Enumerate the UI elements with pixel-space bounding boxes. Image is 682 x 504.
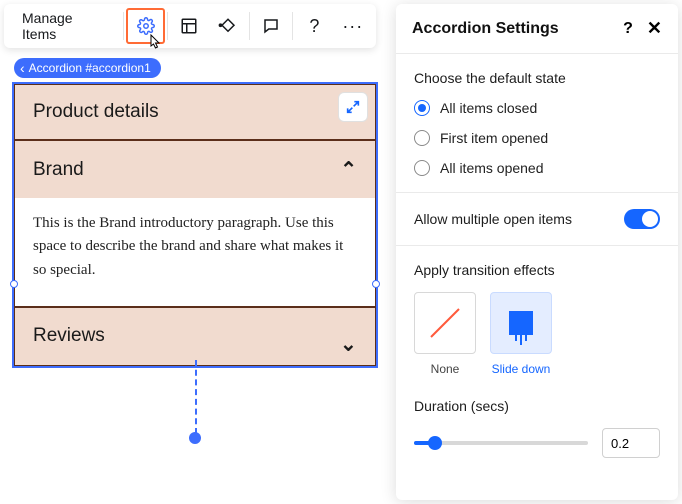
section-label: Choose the default state [414, 70, 660, 86]
radio-label: First item opened [440, 130, 548, 146]
chevron-down-icon: ⌃ [340, 330, 357, 355]
more-button[interactable]: ··· [334, 8, 372, 44]
chevron-up-icon: ⌃ [340, 157, 357, 182]
radio-icon [414, 100, 430, 116]
accordion-component[interactable]: Product details Brand ⌃ This is the Bran… [14, 84, 376, 366]
multi-open-section: Allow multiple open items [396, 193, 678, 246]
add-handle[interactable] [189, 432, 201, 444]
duration-slider[interactable] [414, 441, 588, 445]
accordion-item[interactable]: Reviews ⌃ [14, 307, 376, 366]
accordion-title: Reviews [33, 325, 105, 347]
radio-all-closed[interactable]: All items closed [414, 100, 660, 116]
accordion-header[interactable]: Brand ⌃ [15, 141, 375, 198]
resize-handle[interactable] [10, 280, 18, 288]
radio-icon [414, 130, 430, 146]
duration-label: Duration (secs) [414, 398, 660, 414]
slide-icon [509, 311, 533, 335]
radio-label: All items closed [440, 100, 537, 116]
accordion-header[interactable]: Product details [15, 85, 375, 139]
settings-panel: Accordion Settings ? ✕ Choose the defaul… [396, 4, 678, 500]
resize-handle[interactable] [372, 280, 380, 288]
accordion-body: This is the Brand introductory paragraph… [15, 198, 375, 306]
separator [167, 12, 168, 40]
separator [292, 12, 293, 40]
separator [249, 12, 250, 40]
panel-title: Accordion Settings [412, 20, 559, 38]
effect-slide-down[interactable]: Slide down [490, 292, 552, 376]
effect-none[interactable]: None [414, 292, 476, 376]
slider-thumb[interactable] [428, 436, 442, 450]
help-button[interactable]: ? [295, 8, 333, 44]
accordion-item[interactable]: Brand ⌃ This is the Brand introductory p… [14, 140, 376, 307]
panel-close-button[interactable]: ✕ [647, 18, 662, 39]
panel-help-button[interactable]: ? [623, 20, 633, 38]
accordion-title: Product details [33, 101, 159, 123]
separator [123, 12, 124, 40]
expand-icon [345, 99, 361, 115]
pointer-cursor-icon [146, 34, 162, 52]
accordion-title: Brand [33, 159, 84, 181]
radio-label: All items opened [440, 160, 544, 176]
section-label: Apply transition effects [414, 262, 660, 278]
multi-open-toggle[interactable] [624, 209, 660, 229]
accordion-item[interactable]: Product details [14, 84, 376, 140]
toggle-label: Allow multiple open items [414, 211, 572, 227]
radio-all-opened[interactable]: All items opened [414, 160, 660, 176]
layout-icon [180, 17, 198, 35]
radio-first-opened[interactable]: First item opened [414, 130, 660, 146]
effect-label: None [431, 362, 460, 376]
effect-label: Slide down [492, 362, 551, 376]
element-badge[interactable]: Accordion #accordion1 [14, 58, 161, 78]
manage-items-button[interactable]: Manage Items [8, 8, 121, 44]
none-icon [425, 303, 465, 343]
expand-button[interactable] [338, 92, 368, 122]
layout-button[interactable] [170, 8, 208, 44]
radio-icon [414, 160, 430, 176]
floating-toolbar: Manage Items ? ··· [4, 4, 376, 48]
gear-icon [137, 17, 155, 35]
guide-line [195, 360, 197, 434]
chat-icon [262, 17, 280, 35]
settings-button[interactable] [126, 8, 165, 44]
panel-header: Accordion Settings ? ✕ [396, 4, 678, 54]
slide-trail-icon [515, 333, 527, 345]
default-state-section: Choose the default state All items close… [396, 54, 678, 193]
duration-input[interactable] [602, 428, 660, 458]
accordion-header[interactable]: Reviews ⌃ [15, 308, 375, 365]
animation-button[interactable] [208, 8, 246, 44]
effects-section: Apply transition effects None Slide down… [396, 246, 678, 474]
comment-button[interactable] [252, 8, 290, 44]
diamond-icon [218, 17, 238, 35]
